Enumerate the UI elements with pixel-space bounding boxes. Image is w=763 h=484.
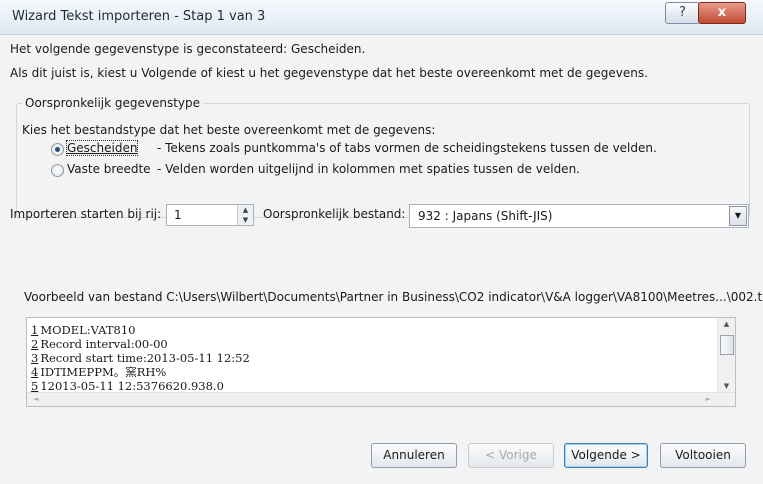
- spinner-up-icon[interactable]: ▲: [238, 205, 253, 215]
- option-delimited-label[interactable]: Gescheiden: [65, 140, 139, 156]
- scroll-left-icon[interactable]: ◄: [33, 393, 38, 406]
- option-fixed-width-description: - Velden worden uitgelijnd in kolommen m…: [157, 162, 580, 176]
- radio-fixed-width[interactable]: [51, 164, 64, 177]
- file-type-prompt: Kies het bestandstype dat het beste over…: [22, 123, 436, 137]
- start-row-spinner[interactable]: 1 ▲ ▼: [166, 204, 254, 226]
- source-label: Oorspronkelijk bestand:: [263, 207, 406, 221]
- original-data-type-group: [16, 103, 750, 218]
- finish-button[interactable]: Voltooien: [660, 443, 746, 468]
- preview-line: 1 MODEL:VAT810: [31, 323, 136, 337]
- cancel-button[interactable]: Annuleren: [371, 443, 457, 468]
- preview-line: 2 Record interval:00-00: [31, 337, 168, 351]
- option-delimited-description: - Tekens zoals puntkomma's of tabs vorme…: [157, 141, 657, 155]
- start-row-label: Importeren starten bij rij:: [10, 207, 162, 221]
- wizard-body: Het volgende gegevenstype is geconstatee…: [0, 35, 763, 484]
- spinner-down-icon[interactable]: ▼: [238, 215, 253, 225]
- scroll-right-icon[interactable]: ►: [706, 393, 711, 406]
- radio-delimited[interactable]: [51, 143, 64, 156]
- help-button[interactable]: ?: [665, 2, 700, 24]
- preview-lines: 1 MODEL:VAT810 2 Record interval:00-00 3 Re…: [31, 323, 250, 393]
- file-preview[interactable]: 1 MODEL:VAT810 2 Record interval:00-00 3 Re…: [26, 317, 736, 407]
- preview-line: 4 IDTIMEPPM。窯RH%: [31, 365, 167, 379]
- horizontal-scrollbar[interactable]: ◄ ►: [27, 392, 735, 406]
- previous-button[interactable]: < Vorige: [468, 443, 554, 468]
- start-row-value: 1: [174, 208, 182, 222]
- preview-label: Voorbeeld van bestand C:\Users\Wilbert\D…: [24, 290, 763, 304]
- option-fixed-width-label[interactable]: Vaste breedte: [67, 162, 151, 176]
- group-title: Oorspronkelijk gegevenstype: [22, 96, 204, 110]
- file-origin-value: 932 : Japans (Shift-JIS): [418, 209, 553, 223]
- instruction-text: Als dit juist is, kiest u Volgende of ki…: [10, 66, 648, 80]
- scroll-up-icon[interactable]: ▲: [718, 318, 735, 330]
- preview-line: 3 Record start time:2013-05-11 12:52: [31, 351, 250, 365]
- vertical-scrollbar[interactable]: ▲ ▼: [717, 318, 735, 392]
- next-button[interactable]: Volgende >: [564, 443, 648, 468]
- preview-line: 5 12013-05-11 12:5376620.938.0: [31, 379, 224, 393]
- file-origin-select[interactable]: 932 : Japans (Shift-JIS) ▼: [409, 204, 749, 228]
- scroll-thumb[interactable]: [720, 335, 734, 355]
- scroll-down-icon[interactable]: ▼: [718, 380, 735, 392]
- spinner-buttons: ▲ ▼: [237, 205, 253, 225]
- option-delimited-text: Gescheiden: [67, 141, 138, 155]
- window-title: Wizard Tekst importeren - Stap 1 van 3: [12, 9, 266, 24]
- close-button[interactable]: x: [698, 2, 746, 24]
- title-bar: Wizard Tekst importeren - Stap 1 van 3 ?…: [0, 0, 763, 35]
- dropdown-arrow-icon[interactable]: ▼: [729, 206, 747, 226]
- detected-type-text: Het volgende gegevenstype is geconstatee…: [10, 42, 366, 56]
- radio-selected-dot: [55, 147, 60, 152]
